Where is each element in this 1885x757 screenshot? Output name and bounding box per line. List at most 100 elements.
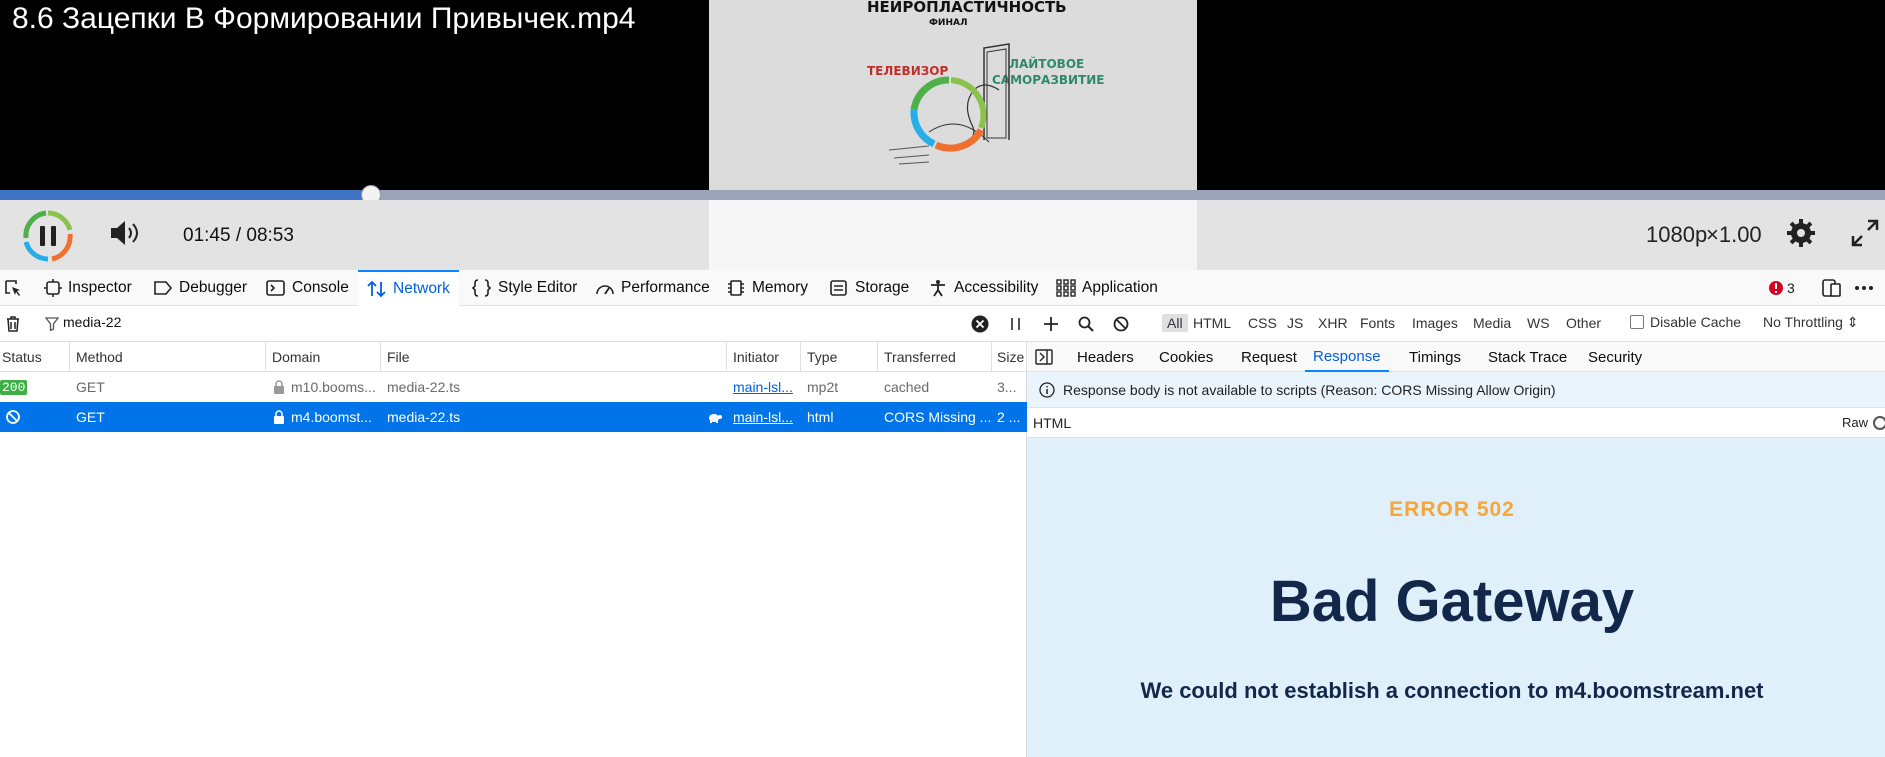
request-details-panel: Headers Cookies Request Response Timings… <box>1027 342 1885 757</box>
volume-icon[interactable] <box>108 218 142 248</box>
filter-type-all[interactable]: All <box>1162 314 1188 332</box>
tab-debugger[interactable]: Debugger <box>153 270 247 306</box>
devtools-panel: Inspector Debugger Console Network Style… <box>0 270 1885 757</box>
tab-performance[interactable]: Performance <box>595 270 710 306</box>
blocked-request-icon <box>6 410 20 424</box>
quality-selector[interactable]: 1080p <box>1646 222 1707 248</box>
col-transferred[interactable]: Transferred <box>878 342 992 372</box>
clear-filter-icon[interactable] <box>971 315 989 333</box>
row-size: 3... <box>997 379 1017 395</box>
error-code: ERROR 502 <box>1389 498 1515 521</box>
trash-icon[interactable] <box>5 315 21 333</box>
tab-accessibility-label: Accessibility <box>954 279 1039 296</box>
filter-type-js[interactable]: JS <box>1282 314 1308 332</box>
tab-response[interactable]: Response <box>1305 342 1389 372</box>
progress-bar[interactable] <box>0 185 1885 205</box>
tab-memory[interactable]: Memory <box>726 270 808 306</box>
tab-inspector[interactable]: Inspector <box>44 270 132 306</box>
filter-type-css[interactable]: CSS <box>1243 314 1282 332</box>
frame-heading: НЕЙРОПЛАСТИЧНОСТЬ <box>867 0 1067 16</box>
raw-toggle-switch[interactable] <box>1873 416 1885 430</box>
frame-subheading: ФИНАЛ <box>929 18 968 28</box>
filter-urls-input[interactable]: media-22 <box>63 314 983 334</box>
progress-fill <box>0 190 372 200</box>
row-method: GET <box>76 379 105 395</box>
network-filter-bar: media-22 All HTML CSS JS XHR Fonts Image… <box>0 306 1885 342</box>
pause-icon[interactable] <box>22 210 74 262</box>
add-icon[interactable] <box>1043 316 1059 332</box>
col-file[interactable]: File <box>381 342 727 372</box>
filter-type-fonts[interactable]: Fonts <box>1355 314 1400 332</box>
pause-recording-icon[interactable] <box>1008 317 1024 331</box>
inspector-icon <box>44 279 62 297</box>
throttling-select[interactable]: No Throttling ⇕ <box>1763 314 1859 331</box>
tab-network[interactable]: Network <box>358 270 459 306</box>
col-type[interactable]: Type <box>801 342 878 372</box>
speed-selector[interactable]: ×1.00 <box>1706 222 1762 248</box>
error-counter[interactable]: 3 <box>1768 280 1795 296</box>
tab-application[interactable]: Application <box>1056 270 1158 306</box>
row-file: media-22.ts <box>387 409 461 425</box>
table-row[interactable]: 200 GET m10.booms... media-22.ts main-ls… <box>0 372 1027 402</box>
tab-console[interactable]: Console <box>266 270 349 306</box>
disable-cache-toggle[interactable]: Disable Cache <box>1630 314 1741 330</box>
raw-toggle-label[interactable]: Raw <box>1842 415 1868 430</box>
row-method: GET <box>76 409 105 425</box>
filter-type-xhr[interactable]: XHR <box>1313 314 1353 332</box>
style-editor-icon <box>472 279 492 297</box>
col-size[interactable]: Size <box>992 342 1027 372</box>
playback-time: 01:45 / 08:53 <box>183 225 294 246</box>
video-frame[interactable]: НЕЙРОПЛАСТИЧНОСТЬ ФИНАЛ ТЕЛЕВИЗОР ЛАЙТОВ… <box>709 0 1197 190</box>
frame-illustration <box>889 43 1010 165</box>
turtle-icon <box>709 414 722 423</box>
element-picker-icon[interactable] <box>4 279 22 297</box>
tab-request[interactable]: Request <box>1241 342 1297 372</box>
tab-storage-label: Storage <box>855 279 910 296</box>
filter-type-media[interactable]: Media <box>1468 314 1516 332</box>
table-row-selected[interactable]: GET m4.boomst... media-22.ts main-lsl...… <box>0 402 1027 432</box>
tab-accessibility[interactable]: Accessibility <box>928 270 1038 306</box>
tab-console-label: Console <box>292 279 349 296</box>
tab-timings[interactable]: Timings <box>1409 342 1461 372</box>
search-icon[interactable] <box>1078 316 1094 332</box>
error-description: We could not establish a connection to m… <box>1140 678 1764 703</box>
tab-security[interactable]: Security <box>1588 342 1642 372</box>
toggle-sidebar-icon[interactable] <box>1035 349 1053 365</box>
response-format-bar: HTML Raw <box>1027 408 1885 438</box>
filter-type-other[interactable]: Other <box>1561 314 1606 332</box>
col-domain[interactable]: Domain <box>266 342 381 372</box>
cors-notice-text: Response body is not available to script… <box>1063 381 1556 398</box>
error-count: 3 <box>1787 280 1795 296</box>
col-initiator[interactable]: Initiator <box>727 342 801 372</box>
tab-style-editor-label: Style Editor <box>498 279 578 296</box>
col-status[interactable]: Status <box>0 342 70 372</box>
tab-style-editor[interactable]: Style Editor <box>472 270 577 306</box>
storage-icon <box>830 280 847 296</box>
tab-stack-trace[interactable]: Stack Trace <box>1488 342 1567 372</box>
gear-icon[interactable] <box>1786 218 1816 248</box>
tab-cookies[interactable]: Cookies <box>1159 342 1213 372</box>
more-options-icon[interactable] <box>1853 279 1875 297</box>
block-icon[interactable] <box>1113 316 1129 332</box>
video-player[interactable]: 8.6 Зацепки В Формировании Привычек.mp4 … <box>0 0 1885 270</box>
lock-icon <box>274 380 284 394</box>
col-method[interactable]: Method <box>70 342 266 372</box>
lock-icon <box>274 410 284 424</box>
error-icon <box>1769 281 1783 295</box>
row-size: 2 ... <box>997 409 1021 425</box>
row-initiator-link[interactable]: main-lsl... <box>733 409 793 425</box>
tab-headers[interactable]: Headers <box>1077 342 1134 372</box>
responsive-design-icon[interactable] <box>1822 279 1842 297</box>
tab-debugger-label: Debugger <box>179 279 248 296</box>
filter-type-ws[interactable]: WS <box>1522 314 1555 332</box>
row-initiator-link[interactable]: main-lsl... <box>733 379 793 395</box>
tab-storage[interactable]: Storage <box>829 270 909 306</box>
performance-icon <box>596 285 614 295</box>
row-domain: m10.booms... <box>291 379 376 395</box>
filter-type-html[interactable]: HTML <box>1188 314 1236 332</box>
row-type: mp2t <box>807 379 839 395</box>
filter-type-images[interactable]: Images <box>1407 314 1463 332</box>
disable-cache-checkbox[interactable] <box>1630 315 1644 329</box>
response-preview: ERROR 502 Bad Gateway We could not estab… <box>1027 438 1885 757</box>
fullscreen-icon[interactable] <box>1850 218 1880 248</box>
